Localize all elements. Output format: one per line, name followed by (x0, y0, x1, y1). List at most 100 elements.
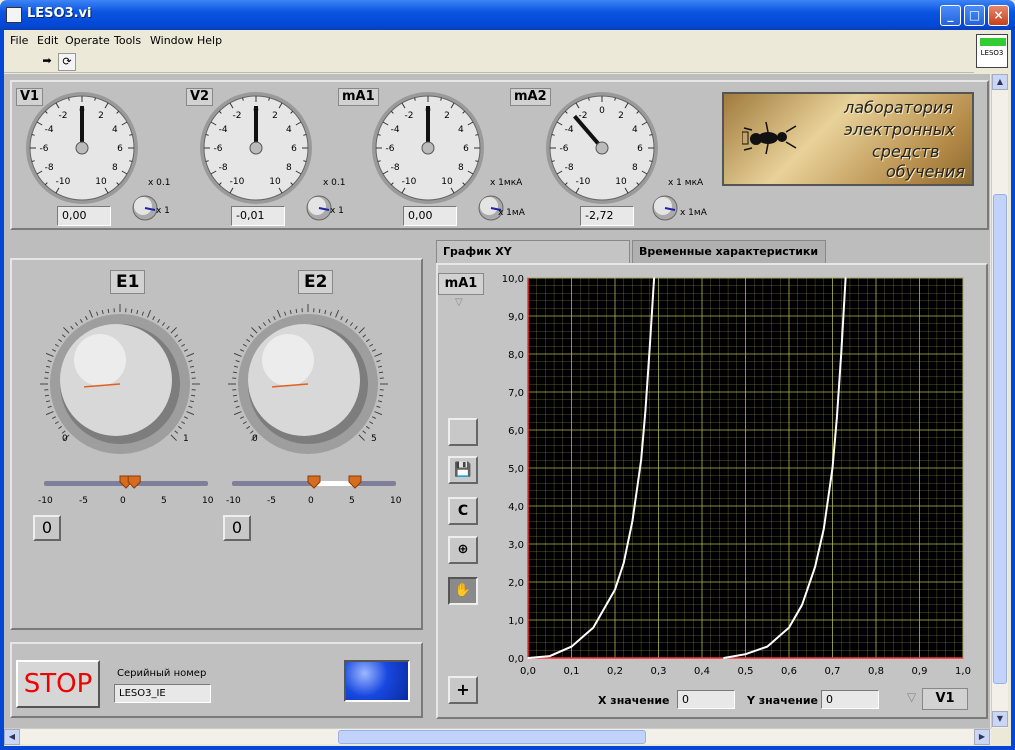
horizontal-scroll-thumb[interactable] (338, 730, 646, 744)
horizontal-scrollbar[interactable]: ◀ ▶ (4, 728, 991, 745)
series-point (831, 467, 834, 469)
clear-graph-button[interactable]: C (448, 497, 478, 525)
knob-tick (371, 416, 376, 419)
meter-tick-label: -8 (391, 163, 400, 173)
y-selector-arrow-icon[interactable]: ▽ (455, 297, 463, 308)
stop-button[interactable]: STOP (16, 660, 100, 708)
range-hi-v2: x 0.1 (323, 178, 346, 188)
meter-tick-label: -6 (386, 144, 395, 154)
knob-tick (374, 411, 383, 416)
graph-blank-button[interactable] (448, 418, 478, 446)
knob-tick (189, 400, 195, 403)
knob-tick (101, 309, 104, 315)
knob-tick (174, 430, 179, 434)
scroll-right-icon[interactable]: ▶ (974, 729, 990, 745)
range-hi-v1: x 0.1 (148, 178, 171, 188)
knob-min-e2: 0 (252, 434, 258, 444)
logo: лаборатория электронных средств обучения (722, 92, 974, 186)
status-led (344, 660, 410, 702)
digital-e2[interactable]: 0 (223, 515, 251, 541)
save-icon[interactable]: 💾 (448, 456, 478, 484)
knob-tick (242, 343, 247, 347)
meter-tick-label: 10 (269, 177, 281, 187)
knob-tick (233, 352, 242, 357)
vertical-scroll-thumb[interactable] (993, 194, 1007, 684)
y-tick-label: 1,0 (508, 616, 524, 627)
tab-xy-graph[interactable]: График XY (436, 240, 630, 264)
meter-tick-label: 8 (112, 163, 118, 173)
knob-tick (362, 430, 367, 434)
cursor-cross-icon[interactable]: + (448, 676, 478, 704)
meter-tick-label: -10 (402, 177, 417, 187)
source-label-e2: E2 (298, 270, 334, 294)
menu-help[interactable]: Help (197, 34, 222, 47)
scroll-left-icon[interactable]: ◀ (4, 729, 20, 745)
logo-line-2: электронных (844, 120, 955, 139)
digital-e1[interactable]: 0 (33, 515, 61, 541)
knob-tick (358, 434, 365, 441)
minimize-icon[interactable]: _ (940, 5, 961, 26)
pan-hand-icon[interactable]: ✋ (448, 577, 478, 605)
menu-tools[interactable]: Tools (114, 34, 141, 47)
meter-label-ma2: mA2 (510, 88, 551, 106)
y-channel-selector[interactable]: mA1 (438, 273, 484, 295)
serial-label: Серийный номер (117, 668, 207, 679)
scroll-down-icon[interactable]: ▼ (992, 711, 1008, 727)
x-tick-label: 0,3 (651, 666, 667, 677)
x-value-field: 0 (677, 690, 735, 709)
knob-tick (377, 365, 383, 368)
run-continuous-icon[interactable]: ⟳ (58, 53, 76, 71)
meter-tick-label: 6 (291, 144, 297, 154)
vertical-scrollbar[interactable]: ▲ ▼ (991, 74, 1008, 728)
knob-tick (177, 338, 182, 343)
vi-icon-label: LESO3 (980, 49, 1004, 57)
knob-tick (284, 311, 287, 316)
range-lo-v1: x 1 (156, 206, 170, 216)
knob-tick (240, 416, 245, 419)
meter-tick-label: -6 (214, 144, 223, 154)
meter-tick-label: -10 (576, 177, 591, 187)
x-tick-label: 0,4 (694, 666, 710, 677)
knob-tick (52, 416, 57, 419)
maximize-icon[interactable]: □ (964, 5, 985, 26)
logo-line-1: лаборатория (844, 98, 953, 117)
x-channel-selector[interactable]: V1 (922, 688, 968, 710)
x-selector-arrow-icon[interactable]: ▽ (907, 690, 916, 704)
serial-value: LESO3_IE (114, 684, 211, 703)
knob-tick (249, 334, 254, 338)
meter-tick-label: 8 (458, 163, 464, 173)
knob-tick (324, 309, 327, 315)
source-label-e1: E1 (110, 270, 146, 294)
knob-tick (74, 322, 79, 327)
x-value-label: X значение (598, 694, 670, 707)
knob-tick (242, 421, 247, 425)
close-icon[interactable]: × (988, 5, 1009, 26)
zoom-icon[interactable]: ⊕ (448, 536, 478, 564)
series-point (823, 528, 825, 530)
slider-tick-label: 5 (349, 496, 355, 506)
knob-tick (188, 360, 193, 363)
scroll-up-icon[interactable]: ▲ (992, 74, 1008, 90)
range-knob-face (480, 197, 498, 215)
x-tick-label: 0,5 (738, 666, 754, 677)
meter-hub (75, 141, 89, 155)
source-e2 (228, 304, 396, 489)
y-tick-label: 9,0 (508, 312, 524, 323)
tab-time-characteristics[interactable]: Временные характеристики (632, 240, 826, 264)
knob-tick (262, 322, 267, 327)
x-tick-label: 0,2 (607, 666, 623, 677)
series-point (631, 520, 634, 522)
meter-value-ma2: -2,72 (580, 206, 634, 226)
knob-tick (183, 416, 188, 419)
y-tick-label: 8,0 (508, 350, 524, 361)
meter-value-v2: -0,01 (231, 206, 285, 226)
menu-file[interactable]: File (10, 34, 28, 47)
menu-edit[interactable]: Edit (37, 34, 58, 47)
run-arrow-icon[interactable]: ➡ (38, 53, 56, 71)
menu-window[interactable]: Window (150, 34, 193, 47)
xy-graph[interactable]: 0,0 0,1 0,2 0,3 0,4 0,5 0,6 0,7 0,8 0,9 1,0 0,0 1,0 2… (484, 266, 984, 686)
series-point (570, 645, 573, 648)
knob-tick (240, 349, 245, 352)
menu-operate[interactable]: Operate (65, 34, 110, 47)
knob-highlight (262, 334, 314, 386)
